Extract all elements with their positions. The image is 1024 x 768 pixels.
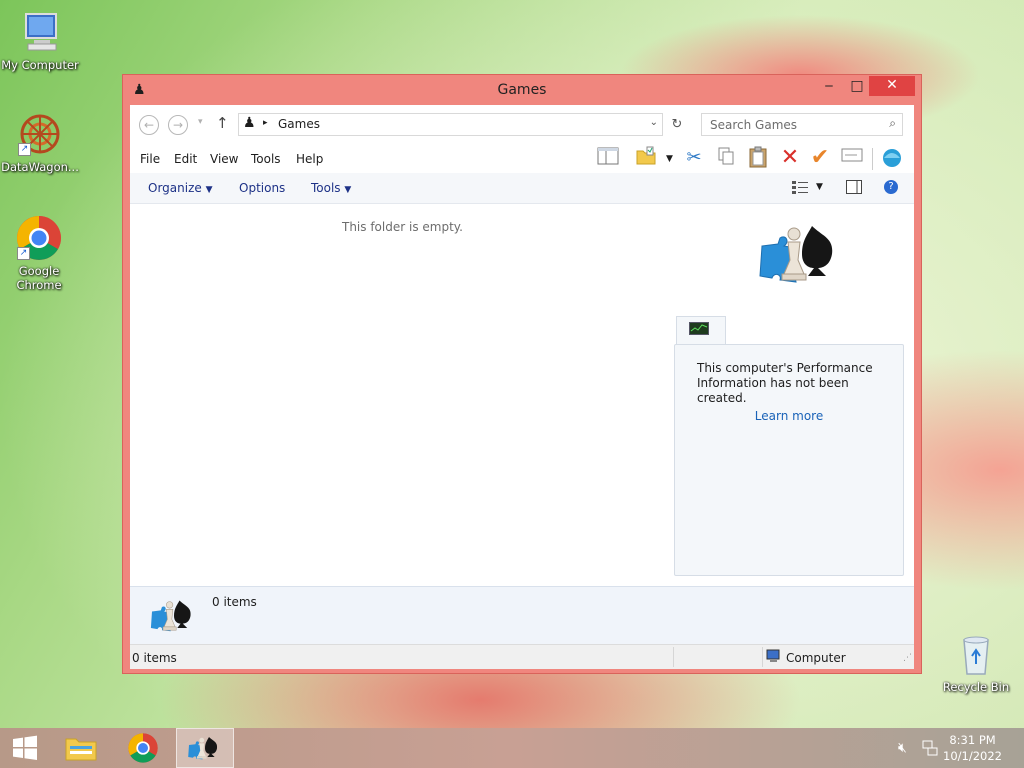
performance-monitor-icon xyxy=(689,322,709,339)
search-icon[interactable]: ⌕ xyxy=(889,116,896,131)
games-window: ♟ Games ‒ □ ✕ ← → ▾ ↑ ♟ ▸ Games ⌄ ↻ Sear… xyxy=(122,74,922,674)
games-thumbnail-icon xyxy=(146,595,202,642)
title-bar[interactable]: ♟ Games ‒ □ ✕ xyxy=(123,75,921,105)
web-shell-icon[interactable] xyxy=(880,146,904,170)
search-placeholder: Search Games xyxy=(710,118,798,132)
taskbar-games[interactable] xyxy=(176,728,234,768)
desktop-icon-datawagon[interactable]: ↗ DataWagon... xyxy=(0,110,80,174)
properties-check-icon[interactable]: ✔ xyxy=(808,146,832,170)
file-list[interactable]: This folder is empty. xyxy=(130,204,660,584)
status-separator xyxy=(762,647,763,667)
window-client: ← → ▾ ↑ ♟ ▸ Games ⌄ ↻ Search Games ⌕ Fil… xyxy=(130,105,914,669)
clock-date: 10/1/2022 xyxy=(943,749,1002,763)
empty-folder-message: This folder is empty. xyxy=(342,220,463,234)
games-icon: ♟ xyxy=(243,115,256,131)
desktop-icon-label: DataWagon... xyxy=(1,160,79,174)
menu-view[interactable]: View xyxy=(210,152,238,166)
change-view-icon[interactable] xyxy=(792,180,808,197)
chevron-down-icon: ▼ xyxy=(205,185,213,195)
delete-icon[interactable]: ✕ xyxy=(778,146,802,170)
datawagon-icon: ↗ xyxy=(16,110,64,158)
rename-icon[interactable] xyxy=(840,146,864,170)
up-button[interactable]: ↑ xyxy=(216,114,229,132)
taskbar-google-chrome[interactable] xyxy=(114,728,172,768)
status-separator xyxy=(673,647,674,667)
refresh-button[interactable]: ↻ xyxy=(668,114,686,135)
performance-panel: This computer's Performance Information … xyxy=(674,344,904,576)
menu-tools[interactable]: Tools xyxy=(251,152,281,166)
shortcut-arrow-icon: ↗ xyxy=(17,247,30,260)
computer-icon xyxy=(16,8,64,56)
copy-icon[interactable] xyxy=(714,146,738,170)
performance-message: This computer's Performance Information … xyxy=(697,361,873,405)
desktop-icon-recycle-bin[interactable]: Recycle Bin xyxy=(936,630,1016,694)
maximize-button[interactable]: □ xyxy=(843,77,871,97)
address-dropdown-icon[interactable]: ⌄ xyxy=(650,117,658,128)
status-bar: 0 items Computer ⋰ xyxy=(130,644,914,669)
menu-edit[interactable]: Edit xyxy=(174,152,197,166)
folder-options-icon[interactable] xyxy=(634,146,658,170)
desktop-icon-my-computer[interactable]: My Computer xyxy=(0,8,80,72)
network-icon[interactable] xyxy=(922,740,938,759)
clock-time: 8:31 PM xyxy=(949,733,996,747)
computer-icon xyxy=(766,649,782,666)
taskbar-file-explorer[interactable] xyxy=(52,728,110,768)
start-button[interactable] xyxy=(0,728,50,768)
minimize-button[interactable]: ‒ xyxy=(815,77,843,97)
status-item-count: 0 items xyxy=(132,651,177,665)
menu-bar: File Edit View Tools Help ▼ ✂ ✕ ✔ xyxy=(130,143,914,173)
options-button[interactable]: Options xyxy=(239,181,285,195)
details-pane: 0 items xyxy=(130,586,914,645)
resize-grip-icon[interactable]: ⋰ xyxy=(903,653,912,663)
desktop-icon-label: Google Chrome xyxy=(16,264,62,292)
cut-icon[interactable]: ✂ xyxy=(682,146,706,170)
learn-more-link[interactable]: Learn more xyxy=(675,409,903,423)
back-button[interactable]: ← xyxy=(139,115,159,135)
address-path: Games xyxy=(278,117,320,131)
chrome-icon: ↗ xyxy=(15,214,63,262)
chevron-down-icon: ▼ xyxy=(344,185,352,195)
recycle-bin-icon xyxy=(952,630,1000,678)
change-view-chevron-icon[interactable]: ▼ xyxy=(816,182,823,192)
games-tasks-pane: This computer's Performance Information … xyxy=(660,204,914,584)
folder-icon xyxy=(65,738,97,761)
games-icon xyxy=(188,737,218,760)
chrome-icon xyxy=(128,733,158,763)
forward-button[interactable]: → xyxy=(168,115,188,135)
desktop-icon-google-chrome[interactable]: ↗ Google Chrome xyxy=(0,214,78,292)
command-bar: Organize ▼ Options Tools ▼ ▼ ? xyxy=(130,173,914,204)
tools-button[interactable]: Tools ▼ xyxy=(311,181,351,195)
menu-file[interactable]: File xyxy=(140,152,160,166)
preview-pane-toggle-icon[interactable] xyxy=(846,180,862,197)
desktop-icon-label: My Computer xyxy=(1,58,79,72)
help-icon[interactable]: ? xyxy=(884,180,898,194)
search-box[interactable]: Search Games ⌕ xyxy=(701,113,903,136)
status-location: Computer xyxy=(786,651,846,665)
details-item-count: 0 items xyxy=(212,595,257,609)
volume-muted-icon[interactable]: 🔇︎ xyxy=(898,740,907,756)
folder-options-chevron-icon[interactable]: ▼ xyxy=(666,154,673,164)
navigation-bar: ← → ▾ ↑ ♟ ▸ Games ⌄ ↻ Search Games ⌕ xyxy=(130,105,914,143)
recent-pages-chevron-icon[interactable]: ▾ xyxy=(198,117,203,127)
preview-pane-icon[interactable] xyxy=(596,146,620,170)
menu-help[interactable]: Help xyxy=(296,152,323,166)
taskbar: 🔇︎ 8:31 PM 10/1/2022 xyxy=(0,728,1024,768)
paste-icon[interactable] xyxy=(746,146,770,170)
performance-tab[interactable] xyxy=(676,316,726,345)
address-bar[interactable]: ♟ ▸ Games ⌄ xyxy=(238,113,663,136)
organize-label: Organize xyxy=(148,181,202,195)
desktop-icon-label: Recycle Bin xyxy=(942,680,1010,694)
games-explorer-logo xyxy=(752,216,852,296)
tools-label: Tools xyxy=(311,181,341,195)
window-title: Games xyxy=(497,82,547,98)
taskbar-clock[interactable]: 8:31 PM 10/1/2022 xyxy=(943,732,1002,764)
organize-button[interactable]: Organize ▼ xyxy=(148,181,213,195)
toolbar-separator xyxy=(872,148,873,170)
breadcrumb-separator-icon: ▸ xyxy=(263,118,268,128)
shortcut-arrow-icon: ↗ xyxy=(18,143,31,156)
close-button[interactable]: ✕ xyxy=(869,76,915,96)
